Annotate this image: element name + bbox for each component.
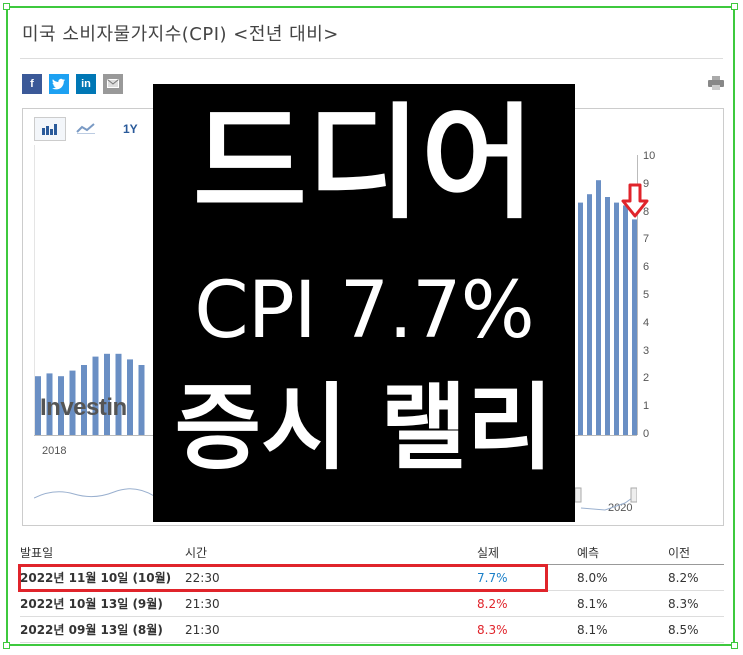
y-tick-label: 4 [643,316,650,329]
chart-bar [138,365,145,435]
actual-value: 8.3% [477,616,577,643]
table-row: 2022년 09월 13일 (8월) 21:30 8.3% 8.1% 8.5% [20,616,724,643]
latest-row-highlight [18,564,548,592]
investing-watermark: Investin [40,394,127,421]
line-chart-button[interactable] [70,117,104,141]
x-axis-label-start: 2018 [42,445,67,457]
release-date: 2022년 10월 13일 (9월) [20,590,185,617]
twitter-icon[interactable] [49,74,69,94]
previous-value: 8.3% [668,590,724,617]
table-row: 2022년 10월 13일 (9월) 21:30 8.2% 8.1% 8.3% [20,590,724,617]
release-date: 2022년 09월 13일 (8월) [20,616,185,643]
col-header-time: 시간 [185,540,477,565]
bar-chart-button[interactable] [34,117,66,141]
resize-handle-top-right[interactable] [731,3,738,10]
y-tick-label: 5 [643,289,650,301]
y-tick-label: 7 [643,233,650,246]
resize-handle-bottom-right[interactable] [731,642,738,649]
release-time: 21:30 [185,590,477,617]
chart-bars-left [35,353,145,435]
facebook-icon[interactable]: f [22,74,42,94]
y-tick-label: 2 [643,372,650,385]
resize-handle-top-left[interactable] [3,3,10,10]
page-title: 미국 소비자물가지수(CPI) <전년 대비> [22,24,339,45]
chart-bar [127,359,133,435]
headline-line-2: CPI 7.7% [194,266,534,356]
table-header-row: 발표일 시간 실제 예측 이전 [20,540,724,565]
linkedin-icon[interactable]: in [76,74,96,94]
email-icon[interactable] [103,74,123,94]
print-icon[interactable] [708,76,724,90]
chart-bar [614,202,619,435]
y-tick-label: 1 [643,400,650,413]
y-tick-label: 6 [643,261,650,274]
period-1y-button[interactable]: 1Y [123,117,147,141]
chart-bar [623,205,628,435]
chart-bar [632,219,637,435]
forecast-value: 8.0% [577,564,668,591]
actual-value: 8.2% [477,590,577,617]
navigator-mini-chart-right [575,487,637,511]
release-time: 21:30 [185,616,477,643]
headline-overlay: 드디어 CPI 7.7% 증시 랠리 [153,84,575,522]
y-tick-label: 0 [643,428,650,440]
chart-bar [587,194,592,435]
previous-value: 8.5% [668,616,724,643]
title-divider [20,58,723,59]
chart-bar [605,197,610,435]
resize-handle-bottom-left[interactable] [3,642,10,649]
chart-bar [578,202,583,435]
previous-value: 8.2% [668,564,724,591]
chart-bar [596,180,601,435]
y-tick-label: 10 [643,150,656,162]
col-header-actual: 실제 [477,540,577,565]
y-tick-label: 3 [643,344,650,357]
headline-line-3: 증시 랠리 [174,374,554,483]
col-header-previous: 이전 [668,540,724,565]
headline-line-1: 드디어 [192,92,536,236]
forecast-value: 8.1% [577,616,668,643]
down-arrow-icon [621,183,649,218]
col-header-forecast: 예측 [577,540,668,565]
col-header-date: 발표일 [20,540,185,565]
navigator-mini-chart [34,488,154,499]
forecast-value: 8.1% [577,590,668,617]
